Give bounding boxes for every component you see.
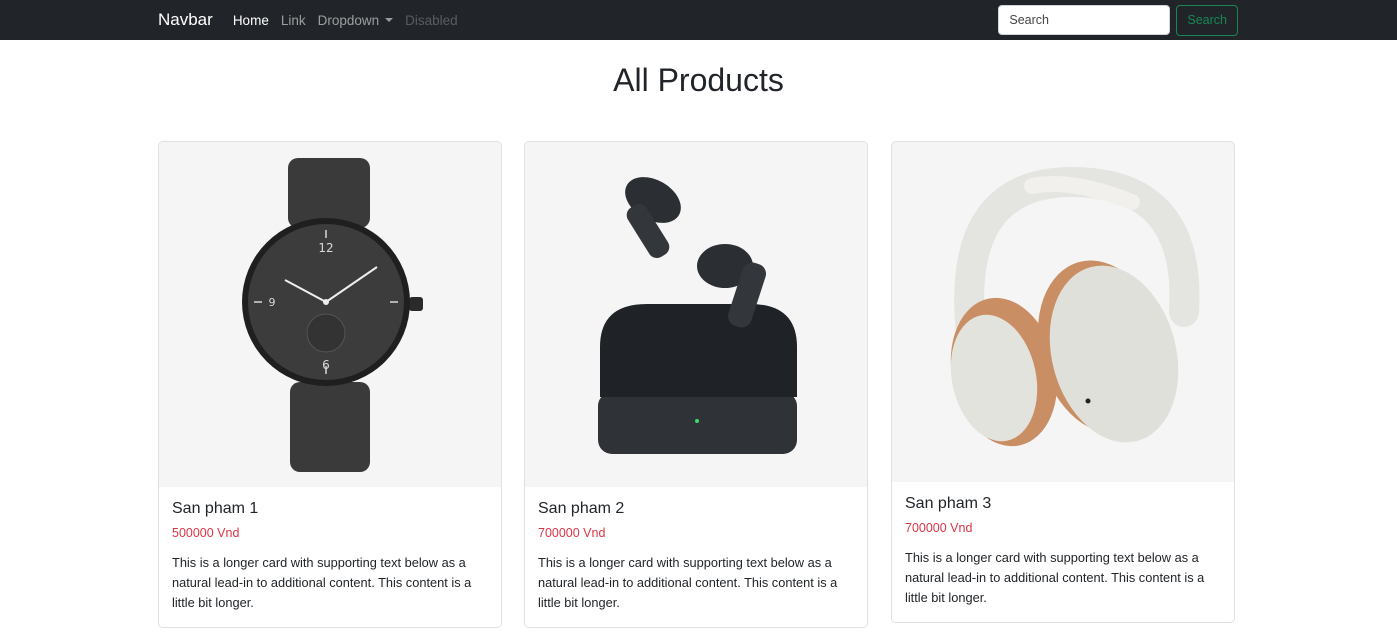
product-image [525, 142, 867, 487]
product-name[interactable]: San pham 3 [905, 495, 1221, 513]
product-price: 700000 Vnd [905, 521, 973, 535]
nav-link-link[interactable]: Link [281, 13, 306, 28]
watch-icon: 12 9 6 [242, 158, 423, 472]
product-image: 12 9 6 [159, 142, 501, 487]
svg-text:9: 9 [269, 296, 276, 309]
product-image [892, 142, 1234, 482]
earbuds-icon [598, 177, 797, 454]
nav-dropdown-toggle[interactable]: Dropdown [318, 13, 394, 28]
product-description: This is a longer card with supporting te… [538, 555, 838, 610]
card-body: San pham 1 500000 Vnd This is a longer c… [159, 487, 501, 627]
search-input[interactable] [998, 5, 1171, 35]
caret-down-icon [385, 17, 394, 22]
product-description: This is a longer card with supporting te… [172, 555, 472, 610]
product-card[interactable]: San pham 3 700000 Vnd This is a longer c… [891, 141, 1235, 623]
product-card[interactable]: 12 9 6 San pham 1 500000 Vnd This is a l… [158, 141, 502, 628]
product-name[interactable]: San pham 1 [172, 500, 488, 518]
navbar-container: Navbar Home Link Dropdown Disabled Searc… [158, 0, 1238, 40]
page-title: All Products [613, 62, 784, 98]
svg-text:12: 12 [318, 241, 333, 255]
top-navbar: Navbar Home Link Dropdown Disabled Searc… [0, 0, 1397, 40]
nav-link-disabled: Disabled [405, 12, 458, 28]
nav-link-home[interactable]: Home [233, 13, 269, 28]
product-price: 700000 Vnd [538, 526, 606, 540]
navbar-brand[interactable]: Navbar [158, 10, 213, 30]
svg-text:6: 6 [322, 358, 330, 372]
search-button[interactable]: Search [1176, 4, 1238, 36]
card-body: San pham 3 700000 Vnd This is a longer c… [892, 482, 1234, 622]
product-card[interactable]: San pham 2 700000 Vnd This is a longer c… [524, 141, 868, 628]
nav-dropdown-label: Dropdown [317, 12, 380, 28]
product-name[interactable]: San pham 2 [538, 500, 854, 518]
product-price: 500000 Vnd [172, 526, 240, 540]
product-description: This is a longer card with supporting te… [905, 550, 1205, 605]
card-body: San pham 2 700000 Vnd This is a longer c… [525, 487, 867, 627]
headphones-icon [950, 166, 1200, 447]
